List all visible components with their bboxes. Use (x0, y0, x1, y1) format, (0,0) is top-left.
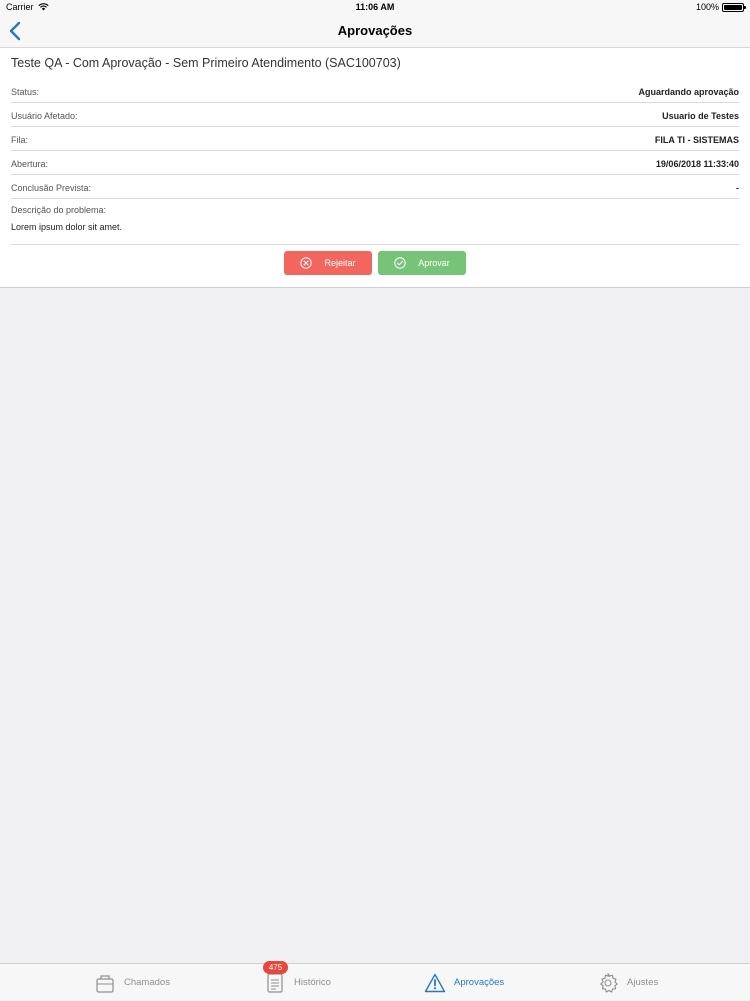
reject-button[interactable]: Rejeitar (284, 251, 372, 275)
close-circle-icon (300, 257, 313, 269)
gear-icon (597, 971, 619, 995)
approve-button-label: Aprovar (418, 258, 450, 268)
approval-card: Teste QA - Com Aprovação - Sem Primeiro … (0, 48, 750, 288)
field-row-opening: Abertura: 19/06/2018 11:33:40 (11, 151, 739, 175)
field-value: - (736, 183, 739, 193)
approve-button[interactable]: Aprovar (378, 251, 466, 275)
tab-label: Aprovações (454, 977, 505, 988)
tab-aprovacoes[interactable]: Aprovações (424, 964, 504, 1001)
status-bar: Carrier 11:06 AM 100% (0, 0, 750, 14)
tab-ajustes[interactable]: Ajustes (597, 964, 658, 1001)
page-title: Aprovações (337, 23, 413, 38)
field-label: Abertura: (11, 159, 49, 169)
field-value: 19/06/2018 11:33:40 (655, 159, 739, 169)
field-row-status: Status: Aguardando aprovação (11, 79, 739, 103)
notification-badge: 475 (263, 960, 288, 974)
tab-label: Ajustes (627, 977, 659, 988)
briefcase-icon (94, 971, 116, 995)
field-value: FILA TI - SISTEMAS (654, 135, 739, 145)
document-icon: 475 (263, 960, 288, 995)
tab-historico[interactable]: 475 Histórico (263, 960, 331, 1001)
battery-fill (724, 4, 742, 10)
field-row-affected-user: Usuário Afetado: Usuario de Testes (11, 103, 739, 127)
field-value: Aguardando aprovação (638, 87, 739, 97)
ticket-title: Teste QA - Com Aprovação - Sem Primeiro … (11, 56, 401, 70)
field-row-queue: Fila: FILA TI - SISTEMAS (11, 127, 739, 151)
navigation-bar: Aprovações (0, 14, 750, 48)
battery-percent: 100% (695, 2, 719, 12)
warning-icon (424, 971, 446, 995)
reject-button-label: Rejeitar (324, 258, 356, 268)
field-row-expected-conclusion: Conclusão Prevista: - (11, 175, 739, 199)
description-text: Lorem ipsum dolor sit amet. (11, 222, 123, 232)
tab-label: Chamados (124, 977, 170, 988)
field-label: Fila: (11, 135, 29, 145)
tab-chamados[interactable]: Chamados (94, 964, 170, 1001)
battery-indicator: 100% (695, 2, 746, 12)
battery-icon (722, 2, 746, 12)
check-circle-icon (394, 257, 406, 269)
field-value: Usuario de Testes (662, 111, 739, 121)
tab-label: Histórico (294, 977, 331, 988)
clock: 11:06 AM (355, 2, 395, 12)
field-label: Status: (11, 87, 40, 97)
description-block: Descrição do problema: Lorem ipsum dolor… (11, 198, 739, 245)
field-label: Conclusão Prevista: (11, 183, 92, 193)
description-label: Descrição do problema: (11, 205, 107, 215)
tab-bar: Chamados 475 Histórico Aprovações Ajuste… (0, 960, 750, 1001)
field-label: Usuário Afetado: (11, 111, 78, 121)
